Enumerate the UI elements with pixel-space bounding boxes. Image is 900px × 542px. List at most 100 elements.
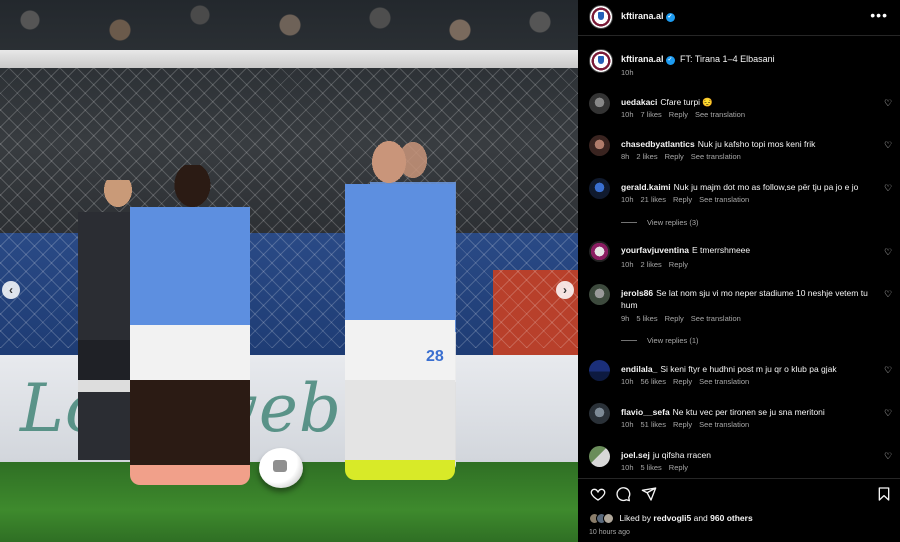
comment-likes[interactable]: 5 likes <box>641 463 662 472</box>
comment-time: 10h <box>621 195 634 204</box>
see-translation-button[interactable]: See translation <box>695 110 745 119</box>
comment-username[interactable]: flavio__sefa <box>621 407 670 417</box>
send-icon[interactable] <box>641 486 657 502</box>
reply-button[interactable]: Reply <box>665 314 684 323</box>
comment-likes[interactable]: 5 likes <box>636 314 657 323</box>
comment-time: 8h <box>621 152 630 161</box>
likes-summary: Liked by redvogli5 and 960 others <box>589 513 899 527</box>
comment-time: 9h <box>621 314 630 323</box>
header-divider <box>578 35 900 36</box>
comment-icon[interactable] <box>615 486 631 502</box>
comment-likes[interactable]: 56 likes <box>641 377 666 386</box>
avatar[interactable] <box>589 93 610 114</box>
goal-crossbar <box>0 50 578 68</box>
football <box>259 448 303 488</box>
chevron-left-icon[interactable]: ‹ <box>2 281 20 299</box>
caption-line: kftirana.al ✓ FT: Tirana 1–4 Elbasani <box>621 54 775 65</box>
comment-text: joel.sej ju qifsha rracen <box>621 450 711 460</box>
comment-username[interactable]: chasedbyatlantics <box>621 139 695 149</box>
comment-text: yourfavjuventina E tmerrshmeee <box>621 245 751 255</box>
comment-username[interactable]: gerald.kaimi <box>621 182 671 192</box>
posted-time: 10 hours ago <box>589 529 630 536</box>
comment-time: 10h <box>621 260 634 269</box>
caption-text: FT: Tirana 1–4 Elbasani <box>680 54 775 64</box>
avatar[interactable] <box>589 135 610 156</box>
comment-text: gerald.kaimi Nuk ju majm dot mo as follow… <box>621 182 859 192</box>
heart-icon[interactable] <box>590 486 606 502</box>
comment-username[interactable]: yourfavjuventina <box>621 245 689 255</box>
comment-time: 10h <box>621 110 634 119</box>
comment-meta: 10h 51 likes Reply See translation <box>621 420 756 429</box>
view-replies-button[interactable]: View replies (1) <box>621 336 699 345</box>
comment-username[interactable]: uedakaci <box>621 97 657 107</box>
comment-text: chasedbyatlantics Nuk ju kafsho topi mos … <box>621 139 816 149</box>
comment-meta: 10h 2 likes Reply <box>621 260 695 269</box>
see-translation-button[interactable]: See translation <box>699 377 749 386</box>
see-translation-button[interactable]: See translation <box>699 420 749 429</box>
chevron-right-icon[interactable]: › <box>556 281 574 299</box>
bookmark-icon[interactable] <box>876 486 892 502</box>
reply-button[interactable]: Reply <box>669 463 688 472</box>
view-replies-button[interactable]: View replies (3) <box>621 218 699 227</box>
reply-button[interactable]: Reply <box>669 260 688 269</box>
comment-time: 10h <box>621 463 634 472</box>
comment-username[interactable]: endilala_ <box>621 364 657 374</box>
verified-badge-icon: ✓ <box>665 56 675 65</box>
avatar[interactable] <box>589 403 610 424</box>
liked-by-user[interactable]: redvogli5 <box>653 513 691 523</box>
more-horizontal-icon[interactable]: ••• <box>870 7 888 23</box>
post-sidebar: kftirana.al ✓ ••• kftirana.al ✓ FT: Tirana… <box>578 0 900 542</box>
caption-username[interactable]: kftirana.al <box>621 54 664 64</box>
comment-text: flavio__sefa Ne ktu vec per tironen se ju… <box>621 407 825 417</box>
comment-text: jerols86 Se lat nom sju vi mo neper stadi… <box>621 288 868 310</box>
heart-icon[interactable]: ♡ <box>884 184 892 193</box>
avatar[interactable] <box>589 241 610 262</box>
reply-button[interactable]: Reply <box>669 110 688 119</box>
heart-icon[interactable]: ♡ <box>884 452 892 461</box>
heart-icon[interactable]: ♡ <box>884 99 892 108</box>
reply-button[interactable]: Reply <box>665 152 684 161</box>
comment-username[interactable]: jerols86 <box>621 288 653 298</box>
avatar[interactable] <box>589 178 610 199</box>
heart-icon[interactable]: ♡ <box>884 141 892 150</box>
comment-likes[interactable]: 2 likes <box>641 260 662 269</box>
avatar <box>603 513 614 524</box>
see-translation-button[interactable]: See translation <box>691 152 741 161</box>
avatar[interactable] <box>589 360 610 381</box>
post-header: kftirana.al ✓ ••• <box>578 0 900 35</box>
comment-meta: 8h 2 likes Reply See translation <box>621 152 748 161</box>
avatar[interactable] <box>589 5 613 29</box>
see-translation-button[interactable]: See translation <box>699 195 749 204</box>
heart-icon[interactable]: ♡ <box>884 366 892 375</box>
comment-meta: 10h 5 likes Reply <box>621 463 695 472</box>
comment-likes[interactable]: 2 likes <box>636 152 657 161</box>
comment-likes[interactable]: 21 likes <box>641 195 666 204</box>
liked-by-and: and <box>693 513 708 523</box>
comment-likes[interactable]: 51 likes <box>641 420 666 429</box>
heart-icon[interactable]: ♡ <box>884 409 892 418</box>
verified-badge-icon: ✓ <box>665 13 675 22</box>
actions-divider <box>578 478 900 479</box>
see-translation-button[interactable]: See translation <box>691 314 741 323</box>
heart-icon[interactable]: ♡ <box>884 290 892 299</box>
post-username[interactable]: kftirana.al ✓ <box>621 11 675 22</box>
reply-button[interactable]: Reply <box>673 377 692 386</box>
comment-likes[interactable]: 7 likes <box>641 110 662 119</box>
comment-username[interactable]: joel.sej <box>621 450 650 460</box>
avatar[interactable] <box>589 446 610 467</box>
caption-time: 10h <box>621 68 634 77</box>
reply-button[interactable]: Reply <box>673 420 692 429</box>
comment-text: uedakaci Cfare turpi 😔 <box>621 97 714 107</box>
comment-meta: 9h 5 likes Reply See translation <box>621 314 748 323</box>
comment-text: endilala_ Si keni ftyr e hudhni post m ju… <box>621 364 837 374</box>
reply-button[interactable]: Reply <box>673 195 692 204</box>
comment-time: 10h <box>621 420 634 429</box>
caption-avatar[interactable] <box>589 49 613 73</box>
liked-by-prefix: Liked by <box>619 513 652 523</box>
comment-time: 10h <box>621 377 634 386</box>
liked-by-others[interactable]: 960 others <box>710 513 753 523</box>
heart-icon[interactable]: ♡ <box>884 248 892 257</box>
comment-meta: 10h 56 likes Reply See translation <box>621 377 756 386</box>
avatar[interactable] <box>589 284 610 305</box>
player-with-captain-band <box>130 165 250 485</box>
